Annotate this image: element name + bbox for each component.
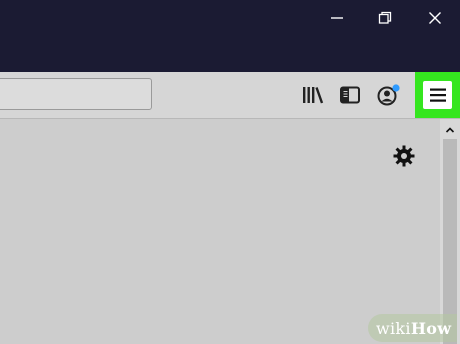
account-button[interactable] xyxy=(376,82,402,108)
notification-badge xyxy=(392,84,400,92)
chevron-up-icon xyxy=(445,127,455,133)
minimize-button[interactable] xyxy=(314,0,360,36)
restore-icon xyxy=(378,11,392,24)
sidebar-icon xyxy=(340,86,360,104)
watermark-wiki: wiki xyxy=(376,318,411,338)
settings-button[interactable] xyxy=(392,144,416,168)
close-button[interactable] xyxy=(412,0,458,36)
library-icon xyxy=(303,87,324,104)
browser-toolbar xyxy=(0,72,460,119)
vertical-scrollbar[interactable] xyxy=(440,119,460,344)
wikihow-watermark: wiki How xyxy=(368,314,458,342)
page-content-area xyxy=(0,119,440,344)
minimize-icon xyxy=(331,17,343,19)
open-menu-button[interactable] xyxy=(423,81,452,109)
watermark-how: How xyxy=(410,318,452,338)
restore-button[interactable] xyxy=(362,0,408,36)
sidebar-toggle-button[interactable] xyxy=(337,82,363,108)
scroll-up-button[interactable] xyxy=(440,121,460,139)
account-icon xyxy=(377,84,400,106)
window-titlebar xyxy=(0,0,460,72)
gear-icon xyxy=(393,145,415,167)
address-bar[interactable] xyxy=(0,78,152,110)
hamburger-menu-icon xyxy=(429,88,446,102)
library-button[interactable] xyxy=(300,82,326,108)
close-icon xyxy=(429,12,441,24)
